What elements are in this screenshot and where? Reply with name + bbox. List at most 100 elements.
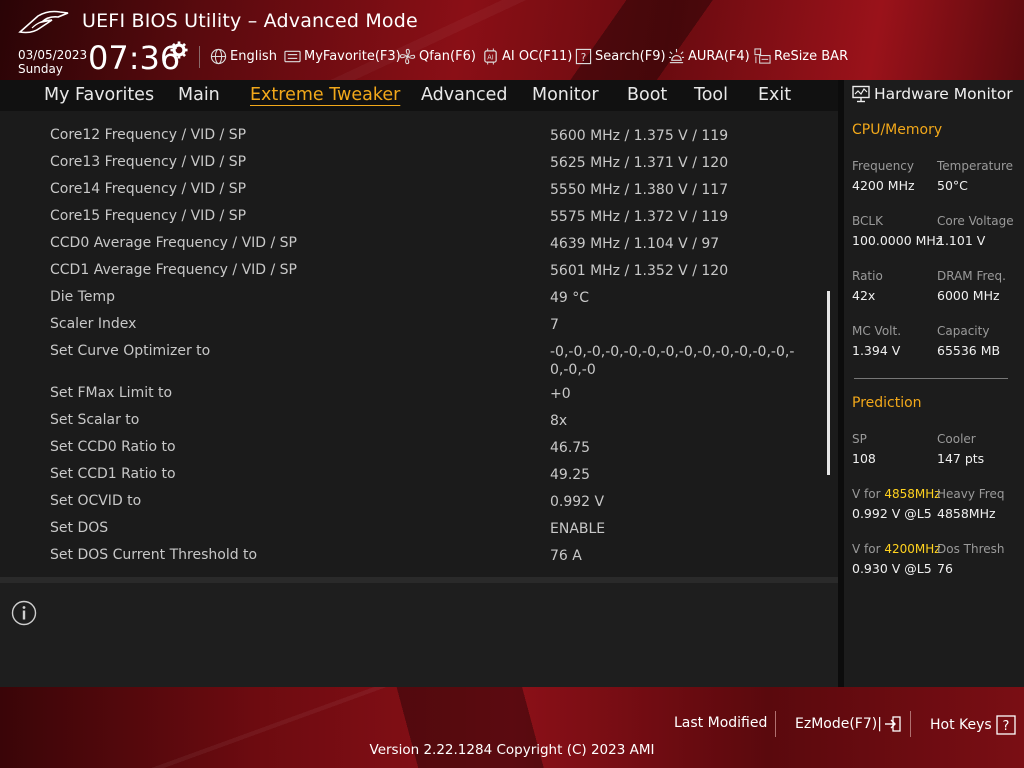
setting-label: Core14 Frequency / VID / SP: [50, 181, 247, 197]
prediction-heading: Prediction: [852, 395, 922, 411]
setting-label: Set Scalar to: [50, 412, 140, 428]
setting-value: +0: [550, 386, 571, 402]
setting-label: Core13 Frequency / VID / SP: [50, 154, 247, 170]
setting-value: 5550 MHz / 1.380 V / 117: [550, 182, 729, 198]
setting-label: CCD1 Average Frequency / VID / SP: [50, 262, 298, 278]
v-for-label: V for 4200MHz: [852, 542, 941, 556]
hw-label: Capacity: [937, 324, 990, 338]
question-box-icon: ?: [575, 48, 592, 64]
keyboard-icon: [284, 50, 301, 62]
cooler-value: 147 pts: [937, 451, 985, 466]
hw-label: Temperature: [937, 159, 1014, 173]
ai-oc-button[interactable]: AI AI OC(F11): [482, 47, 572, 65]
v-for-label: V for 4858MHz: [852, 487, 941, 501]
hardware-monitor-panel: Hardware Monitor CPU/Memory Frequency 42…: [838, 80, 1024, 687]
clock-time: 07:36: [88, 39, 181, 77]
myfavorite-label: MyFavorite(F3): [304, 48, 401, 64]
qfan-label: Qfan(F6): [419, 48, 476, 64]
setting-value: 46.75: [550, 440, 591, 456]
search-label: Search(F9): [595, 48, 666, 64]
setting-label: Core12 Frequency / VID / SP: [50, 127, 247, 143]
dos-thresh-label: Dos Thresh: [937, 542, 1005, 556]
footer-separator: [910, 711, 911, 737]
tab-tool[interactable]: Tool: [694, 85, 728, 105]
hw-value: 100.0000 MHz: [852, 233, 943, 248]
language-label: English: [230, 48, 277, 64]
setting-label: Set DOS: [50, 520, 109, 536]
setting-label: Set FMax Limit to: [50, 385, 173, 401]
sp-label: SP: [852, 432, 867, 446]
sp-value: 108: [852, 451, 876, 466]
footer-bar: Last Modified EzMode(F7)| Hot Keys ? Ver…: [0, 687, 1024, 768]
hw-label: MC Volt.: [852, 324, 902, 338]
setting-value: 49 °C: [550, 290, 590, 306]
hot-keys-label: Hot Keys: [930, 717, 992, 733]
setting-value: -0,-0,-0,-0,-0,-0,-0,-0,-0,-0,-0,-0,-0,-…: [550, 344, 795, 378]
tab-my-favorites[interactable]: My Favorites: [44, 85, 154, 105]
globe-icon: [210, 48, 227, 64]
setting-value: 4639 MHz / 1.104 V / 97: [550, 236, 720, 252]
language-button[interactable]: English: [210, 47, 277, 65]
search-button[interactable]: ? Search(F9): [575, 47, 666, 65]
setting-label: Die Temp: [50, 289, 116, 305]
gear-icon[interactable]: [170, 41, 188, 59]
hw-label: Core Voltage: [937, 214, 1014, 228]
heavy-freq-label: Heavy Freq: [937, 487, 1005, 501]
hardware-monitor-title: Hardware Monitor: [874, 85, 1013, 103]
heavy-freq-value: 4858MHz: [937, 506, 996, 521]
dos-thresh-value: 76: [937, 561, 953, 576]
aura-button[interactable]: AURA(F4): [668, 47, 750, 65]
info-icon: [11, 600, 37, 626]
tab-monitor[interactable]: Monitor: [532, 85, 599, 105]
settings-list: Core12 Frequency / VID / SP 5600 MHz / 1…: [0, 111, 838, 577]
settings-scrollbar[interactable]: [827, 291, 830, 475]
ezmode-button[interactable]: EzMode(F7)|: [795, 715, 902, 733]
ai-chip-icon: AI: [484, 47, 497, 65]
main-menu: My Favorites Main Extreme Tweaker Advanc…: [0, 80, 838, 111]
resize-bar-button[interactable]: ReSize BAR: [754, 47, 848, 65]
cpu-memory-heading: CPU/Memory: [852, 122, 943, 138]
setting-label: Set Curve Optimizer to: [50, 343, 211, 359]
hw-label: Frequency: [852, 159, 914, 173]
v-for-value: 0.930 V @L5: [852, 561, 932, 576]
hw-value: 6000 MHz: [937, 288, 1000, 303]
ezmode-label: EzMode(F7)|: [795, 716, 882, 732]
hw-value: 50°C: [937, 178, 968, 193]
setting-label: Scaler Index: [50, 316, 137, 332]
setting-value: 5600 MHz / 1.375 V / 119: [550, 128, 729, 144]
v-for-prefix: V for: [852, 487, 885, 501]
setting-value: 5575 MHz / 1.372 V / 119: [550, 209, 729, 225]
tab-main[interactable]: Main: [178, 85, 220, 105]
hw-label: DRAM Freq.: [937, 269, 1006, 283]
exit-arrow-icon: [884, 716, 901, 732]
tab-boot[interactable]: Boot: [627, 85, 667, 105]
setting-label: Set DOS Current Threshold to: [50, 547, 258, 563]
footer-separator: [775, 711, 776, 737]
hw-divider: [854, 378, 1008, 379]
hw-value: 42x: [852, 288, 876, 303]
setting-label: Set CCD1 Ratio to: [50, 466, 176, 482]
fan-icon: [399, 48, 416, 64]
setting-value: 49.25: [550, 467, 591, 483]
setting-value: 5601 MHz / 1.352 V / 120: [550, 263, 729, 279]
v-for-prefix: V for: [852, 542, 885, 556]
hw-value: 1.101 V: [937, 233, 986, 248]
header-bar: UEFI BIOS Utility – Advanced Mode 03/05/…: [0, 0, 1024, 81]
tab-exit[interactable]: Exit: [758, 85, 791, 105]
setting-value: 0.992 V: [550, 494, 605, 510]
setting-label: Set OCVID to: [50, 493, 142, 509]
date-display: 03/05/2023 Sunday: [18, 48, 87, 76]
tab-extreme-tweaker[interactable]: Extreme Tweaker: [250, 85, 400, 105]
header-separator: [199, 46, 200, 68]
v-for-frequency: 4200MHz: [884, 542, 941, 556]
cooler-label: Cooler: [937, 432, 976, 446]
hw-value: 65536 MB: [937, 343, 1001, 358]
qfan-button[interactable]: Qfan(F6): [399, 47, 476, 65]
last-modified-button[interactable]: Last Modified: [674, 715, 767, 731]
tab-advanced[interactable]: Advanced: [421, 85, 507, 105]
day-text: Sunday: [18, 62, 63, 76]
hot-keys-button[interactable]: Hot Keys ?: [930, 715, 1016, 735]
aura-label: AURA(F4): [688, 48, 750, 64]
myfavorite-button[interactable]: MyFavorite(F3): [284, 47, 401, 65]
svg-text:?: ?: [1002, 719, 1009, 734]
